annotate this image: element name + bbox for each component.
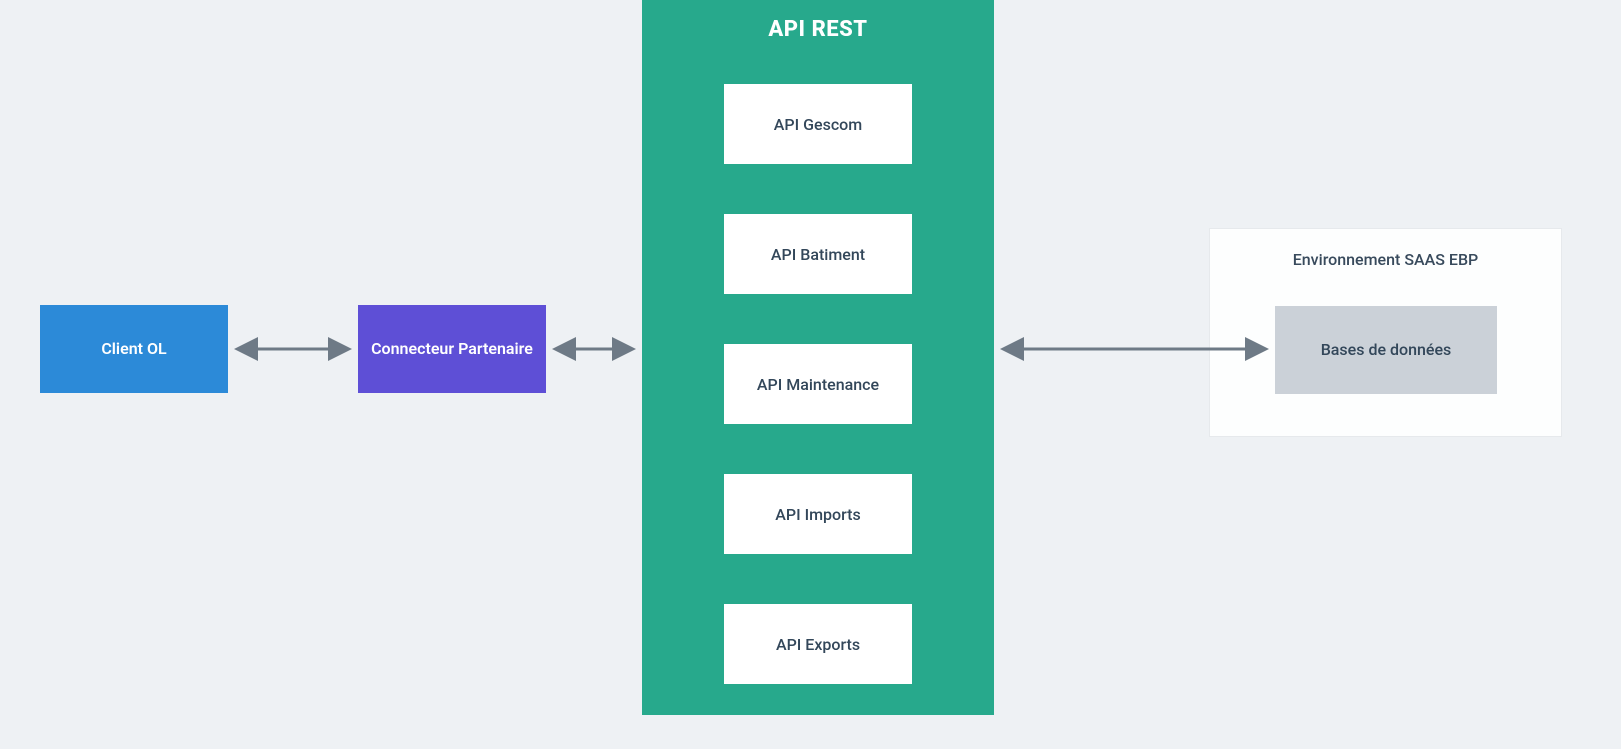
api-item-label: API Gescom [774,114,862,136]
api-item-label: API Batiment [771,244,865,266]
api-item-gescom: API Gescom [724,84,912,164]
api-item-label: API Imports [775,504,860,526]
node-api-rest-container: API REST API Gescom API Batiment API Mai… [642,0,994,715]
saas-title: Environnement SAAS EBP [1209,250,1562,269]
node-connecteur-partenaire: Connecteur Partenaire [358,305,546,393]
api-rest-title: API REST [768,15,867,45]
node-client-ol: Client OL [40,305,228,393]
node-database-label: Bases de données [1321,339,1452,361]
api-item-batiment: API Batiment [724,214,912,294]
api-item-label: API Maintenance [757,374,879,396]
api-item-exports: API Exports [724,604,912,684]
api-item-label: API Exports [776,634,860,656]
api-item-maintenance: API Maintenance [724,344,912,424]
api-item-imports: API Imports [724,474,912,554]
node-database: Bases de données [1275,306,1497,394]
diagram-canvas: Client OL Connecteur Partenaire API REST… [0,0,1621,749]
node-connecteur-label: Connecteur Partenaire [371,338,533,360]
node-client-ol-label: Client OL [101,338,166,360]
